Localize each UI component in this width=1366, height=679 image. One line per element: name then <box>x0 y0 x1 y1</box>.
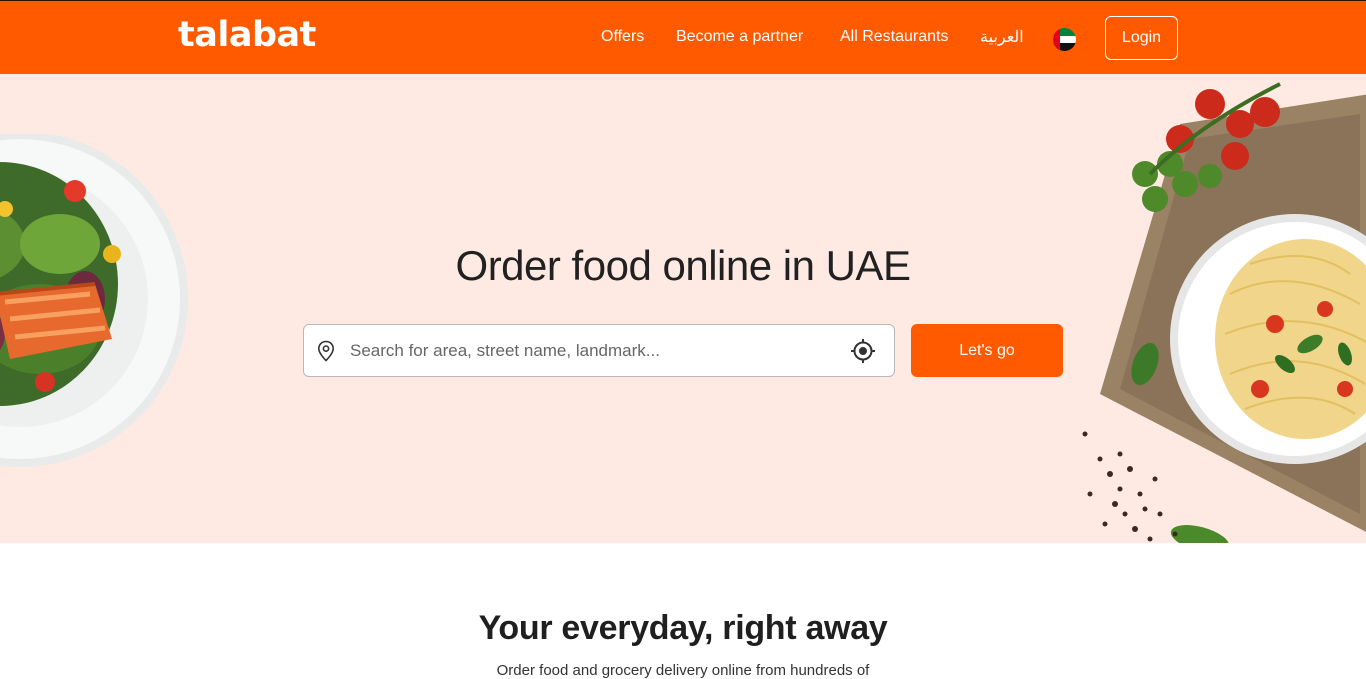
talabat-logo[interactable]: talabat <box>178 15 316 55</box>
crosshair-locate-icon[interactable] <box>850 338 876 369</box>
hero-title: Order food online in UAE <box>455 242 911 289</box>
salad-plate-image <box>0 134 188 467</box>
hero-banner: Order food online in UAE Let's go <box>0 74 1366 543</box>
section-title: Your everyday, right away <box>478 609 888 647</box>
location-pin-icon <box>317 340 335 367</box>
top-navigation-bar: talabat Offers Become a partner All Rest… <box>0 0 1366 74</box>
nav-offers-link[interactable]: Offers <box>601 28 644 46</box>
lets-go-button[interactable]: Let's go <box>911 324 1063 377</box>
location-search-input[interactable] <box>350 335 830 367</box>
nav-all-restaurants-link[interactable]: All Restaurants <box>840 28 949 46</box>
login-button[interactable]: Login <box>1105 16 1178 60</box>
uae-flag-icon[interactable] <box>1053 28 1076 51</box>
section-subtitle: Order food and grocery delivery online f… <box>496 662 870 679</box>
nav-arabic-language-link[interactable]: العربية <box>980 27 1024 47</box>
nav-become-partner-link[interactable]: Become a partner <box>676 28 803 46</box>
pasta-plate-image <box>1082 82 1366 543</box>
location-search-box[interactable] <box>303 324 895 377</box>
